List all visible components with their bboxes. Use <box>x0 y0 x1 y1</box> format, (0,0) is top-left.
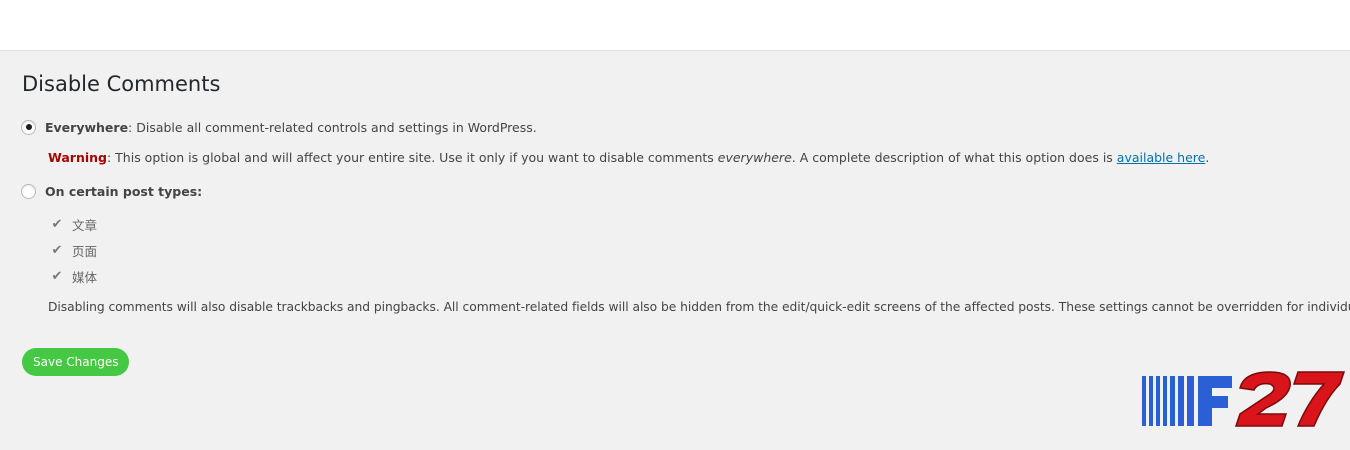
warning-label: Warning <box>48 150 107 165</box>
checkmark-icon[interactable]: ✔ <box>50 269 64 284</box>
post-type-label: 页面 <box>72 243 98 259</box>
checkmark-icon[interactable]: ✔ <box>50 217 64 232</box>
logo-bars <box>1142 376 1194 426</box>
warning-text-before: : This option is global and will affect … <box>106 150 718 165</box>
post-types-option[interactable]: On certain post types: <box>21 182 202 200</box>
everywhere-description: : Disable all comment-related controls a… <box>128 119 537 135</box>
warning-message: Warning: This option is global and will … <box>48 150 1209 165</box>
f27-logo-icon <box>1142 371 1345 427</box>
post-type-label: 媒体 <box>72 269 98 285</box>
page-title: Disable Comments <box>22 72 221 96</box>
post-type-checkbox-media[interactable]: ✔ 媒体 <box>50 268 98 285</box>
save-changes-button[interactable]: Save Changes <box>22 348 130 376</box>
post-types-label: On certain post types <box>45 183 198 199</box>
settings-panel: Disable Comments Everywhere : Disable al… <box>0 50 1350 450</box>
warning-emphasis: everywhere <box>717 150 792 165</box>
everywhere-option[interactable]: Everywhere : Disable all comment-related… <box>21 118 537 136</box>
post-types-colon: : <box>197 183 203 199</box>
post-type-label: 文章 <box>72 217 98 233</box>
logo-27 <box>1234 371 1345 427</box>
post-type-checkbox-post[interactable]: ✔ 文章 <box>50 216 98 233</box>
warning-end: . <box>1205 150 1210 165</box>
logo-f <box>1198 376 1232 426</box>
warning-text-after: . A complete description of what this op… <box>791 150 1117 165</box>
available-here-link[interactable]: available here <box>1117 150 1206 165</box>
post-types-radio[interactable] <box>21 183 36 199</box>
everywhere-label: Everywhere <box>45 119 129 135</box>
everywhere-radio[interactable] <box>21 119 36 135</box>
checkmark-icon[interactable]: ✔ <box>50 243 64 258</box>
trackbacks-note: Disabling comments will also disable tra… <box>48 300 1350 314</box>
post-type-checkbox-page[interactable]: ✔ 页面 <box>50 242 98 259</box>
